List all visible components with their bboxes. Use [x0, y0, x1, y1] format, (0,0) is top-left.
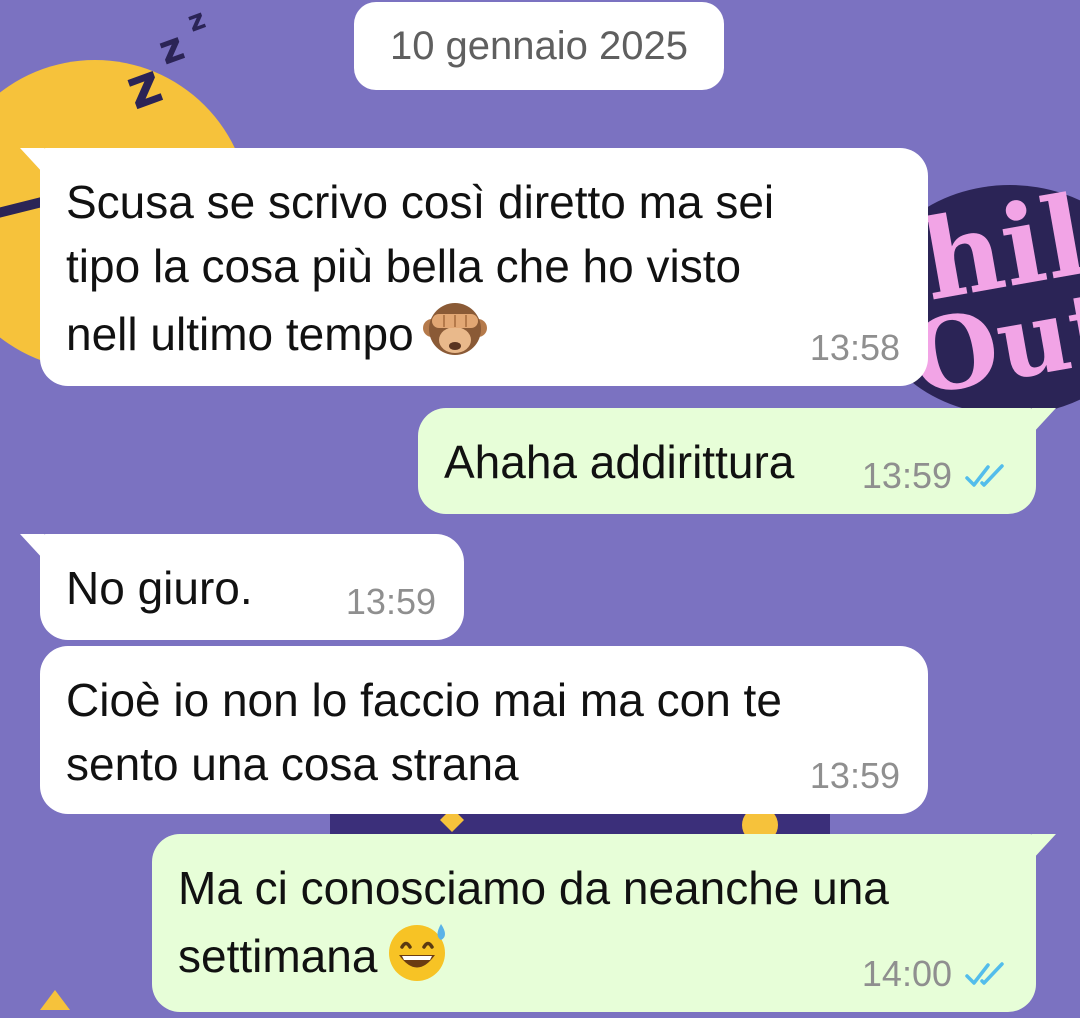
bubble-tail-icon [1032, 834, 1056, 860]
message-time: 13:58 [809, 327, 900, 368]
message-bubble-outgoing[interactable]: Ahaha addirittura 13:59 [418, 408, 1056, 514]
message-bubble-incoming[interactable]: Scusa se scrivo così diretto ma sei tipo… [20, 148, 928, 386]
see-no-evil-monkey-icon [422, 303, 487, 355]
message-time: 13:59 [345, 581, 436, 622]
message-meta: 13:59 [810, 756, 900, 796]
bubble-tail-icon [20, 534, 44, 560]
message-meta: 13:59 [862, 456, 1008, 496]
message-meta: 13:58 [810, 328, 900, 368]
message-meta: 14:00 [862, 954, 1008, 994]
grinning-face-with-sweat-icon [389, 924, 446, 981]
message-time: 13:59 [861, 455, 952, 496]
message-text: Scusa se scrivo così diretto ma sei tipo… [66, 176, 775, 360]
message-text: Cioè io non lo faccio mai ma con te sent… [66, 674, 782, 790]
message-bubble-incoming[interactable]: Cioè io non lo faccio mai ma con te sent… [40, 646, 928, 814]
message-time: 13:59 [809, 755, 900, 796]
message-bubble-incoming[interactable]: No giuro. 13:59 [20, 534, 464, 640]
date-separator: 10 gennaio 2025 [354, 2, 724, 90]
bubble-tail-icon [1032, 408, 1056, 434]
message-meta: 13:59 [346, 582, 436, 622]
message-time: 14:00 [861, 953, 952, 994]
bubble-tail-icon [20, 148, 44, 174]
double-check-read-icon [965, 962, 1004, 985]
double-check-read-icon [965, 464, 1004, 487]
message-bubble-outgoing[interactable]: Ma ci conosciamo da neanche una settiman… [152, 834, 1056, 1012]
